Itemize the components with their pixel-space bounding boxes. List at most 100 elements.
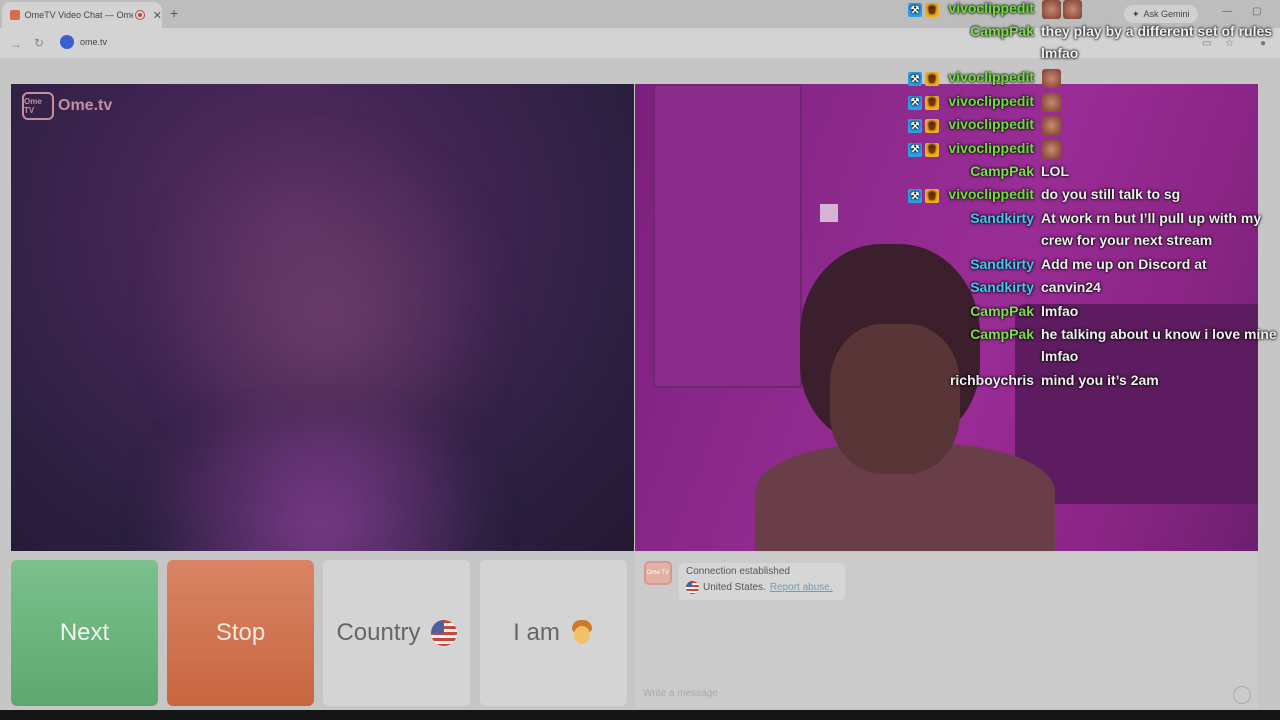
chat-badges: ⚒ ♛ xyxy=(908,142,939,157)
moderator-badge-icon: ⚒ xyxy=(908,72,922,87)
chat-username[interactable]: vivoclippedit xyxy=(948,93,1034,109)
chat-emotes xyxy=(1042,92,1061,112)
chat-username[interactable]: richboychris xyxy=(950,372,1034,388)
recording-icon xyxy=(135,10,145,20)
chat-username[interactable]: Sandkirty xyxy=(970,210,1034,226)
chat-badges: ⚒ ♛ xyxy=(908,189,939,204)
chat-line: CampPak they play by a different set of r… xyxy=(900,23,1280,61)
chat-badges: ⚒ ♛ xyxy=(908,119,939,134)
chat-line: Sandkirty At work rn but I’ll pull up wit… xyxy=(900,209,1280,248)
partner-country: United States. Report abuse. xyxy=(686,581,833,594)
ometv-logo-badge: Ome TV xyxy=(22,92,54,120)
boy-emoji-icon xyxy=(570,620,594,646)
chat-line: ⚒ ♛ vivoclippedit xyxy=(900,139,1280,162)
moderator-badge-icon: ⚒ xyxy=(908,142,922,157)
chat-message-continued: lmfao xyxy=(1041,45,1079,62)
message-input[interactable]: Write a message xyxy=(643,688,718,699)
gender-label: I am xyxy=(513,619,560,646)
stop-button[interactable]: Stop xyxy=(167,560,314,706)
next-button[interactable]: Next xyxy=(11,560,158,706)
chat-username[interactable]: CampPak xyxy=(970,303,1034,319)
new-tab-button[interactable]: + xyxy=(170,5,178,21)
face-emote-icon xyxy=(1042,92,1061,112)
chat-message: do you still talk to sg xyxy=(1041,186,1181,203)
wall-poster xyxy=(820,204,838,222)
next-label: Next xyxy=(59,619,110,646)
moderator-badge-icon: ⚒ xyxy=(908,189,922,204)
chat-message: LOL xyxy=(1041,163,1069,179)
chat-line: CampPak LOL xyxy=(900,163,1280,185)
chat-message-continued: crew for your next stream xyxy=(1041,231,1213,248)
gender-button[interactable]: I am xyxy=(480,560,627,706)
chat-username[interactable]: CampPak xyxy=(970,23,1034,39)
system-message: Connection established United States. Re… xyxy=(679,563,845,600)
tab-ometv[interactable]: OmeTV Video Chat — Ome ✕ xyxy=(2,2,162,28)
ometv-system-avatar: Ome TV xyxy=(644,561,672,585)
us-flag-icon xyxy=(430,620,457,646)
chat-line: ⚒ ♛ vivoclippedit do you still talk to sg xyxy=(900,186,1280,208)
chat-username[interactable]: vivoclippedit xyxy=(948,140,1034,156)
chat-message: At work rn but I’ll pull up with my xyxy=(1041,209,1262,226)
chat-username[interactable]: vivoclippedit xyxy=(948,69,1034,85)
taskbar-strip xyxy=(0,710,1280,720)
stop-label: Stop xyxy=(215,619,266,646)
country-label: Country xyxy=(336,619,421,646)
moderator-badge-icon: ⚒ xyxy=(908,119,922,134)
face-emote-icon xyxy=(1042,116,1061,136)
chat-line: Sandkirty Add me up on Discord at xyxy=(900,256,1280,278)
country-button[interactable]: Country xyxy=(323,560,470,706)
ometv-favicon-icon xyxy=(10,10,20,20)
chat-emotes xyxy=(1042,139,1061,159)
ometv-logo-text: Ome.tv xyxy=(58,97,113,114)
reload-icon[interactable]: ↻ xyxy=(34,36,44,50)
chat-message: Add me up on Discord at xyxy=(1041,255,1207,272)
tab-title: OmeTV Video Chat — Ome xyxy=(24,10,134,20)
chat-username[interactable]: CampPak xyxy=(970,163,1034,179)
chat-line: CampPak he talking about u know i love mi… xyxy=(900,326,1280,364)
face-emote-icon xyxy=(1042,0,1061,19)
vip-crown-badge-icon: ♛ xyxy=(925,72,939,87)
chat-message: mind you it’s 2am xyxy=(1041,372,1159,388)
moderator-badge-icon: ⚒ xyxy=(908,95,922,110)
connection-status: Connection established xyxy=(686,566,790,577)
chat-message: lmfao xyxy=(1041,302,1079,319)
address-bar[interactable]: ome.tv xyxy=(60,35,107,49)
chat-emotes xyxy=(1042,69,1061,89)
face-emote-icon xyxy=(1042,69,1061,89)
chat-username[interactable]: Sandkirty xyxy=(970,256,1034,272)
chat-username[interactable]: vivoclippedit xyxy=(948,116,1034,132)
chat-message-continued: lmfao xyxy=(1041,348,1079,364)
chat-username[interactable]: vivoclippedit xyxy=(948,186,1034,202)
chat-emotes xyxy=(1042,116,1061,136)
chat-line: ⚒ ♛ vivoclippedit xyxy=(900,92,1280,115)
chat-line: ⚒ ♛ vivoclippedit xyxy=(900,116,1280,138)
chat-username[interactable]: vivoclippedit xyxy=(948,0,1034,16)
door-background xyxy=(653,84,802,388)
tab-close-icon[interactable]: ✕ xyxy=(153,9,162,22)
vip-crown-badge-icon: ♛ xyxy=(925,3,939,17)
vip-crown-badge-icon: ♛ xyxy=(925,142,939,157)
blurred-body-region xyxy=(91,424,551,551)
face-emote-icon xyxy=(1042,139,1061,159)
forward-arrow-icon[interactable]: → xyxy=(10,37,22,51)
browser-window: OmeTV Video Chat — Ome ✕ + ✦ Ask Gemini … xyxy=(0,0,1280,720)
moderator-badge-icon: ⚒ xyxy=(908,3,922,17)
chat-line: ⚒ ♛ vivoclippedit xyxy=(900,0,1280,22)
chat-line: Sandkirty canvin24 xyxy=(900,279,1280,301)
chat-line: ⚒ ♛ vivoclippedit xyxy=(900,69,1280,91)
url-text: ome.tv xyxy=(80,37,108,47)
chat-emotes xyxy=(1042,0,1082,19)
chat-badges: ⚒ ♛ xyxy=(908,72,939,87)
chat-message: canvin24 xyxy=(1041,279,1101,296)
chat-badges: ⚒ ♛ xyxy=(908,95,939,110)
vip-crown-badge-icon: ♛ xyxy=(925,189,939,204)
vip-crown-badge-icon: ♛ xyxy=(925,95,939,110)
report-abuse-link[interactable]: Report abuse. xyxy=(770,582,833,593)
site-info-icon[interactable] xyxy=(60,35,74,49)
chat-username[interactable]: Sandkirty xyxy=(970,279,1034,295)
emoji-picker-icon[interactable] xyxy=(1233,686,1251,704)
chat-line: richboychris mind you it’s 2am xyxy=(900,372,1280,394)
stranger-video xyxy=(11,84,634,551)
face-emote-icon xyxy=(1063,0,1082,19)
chat-username[interactable]: CampPak xyxy=(970,326,1034,342)
